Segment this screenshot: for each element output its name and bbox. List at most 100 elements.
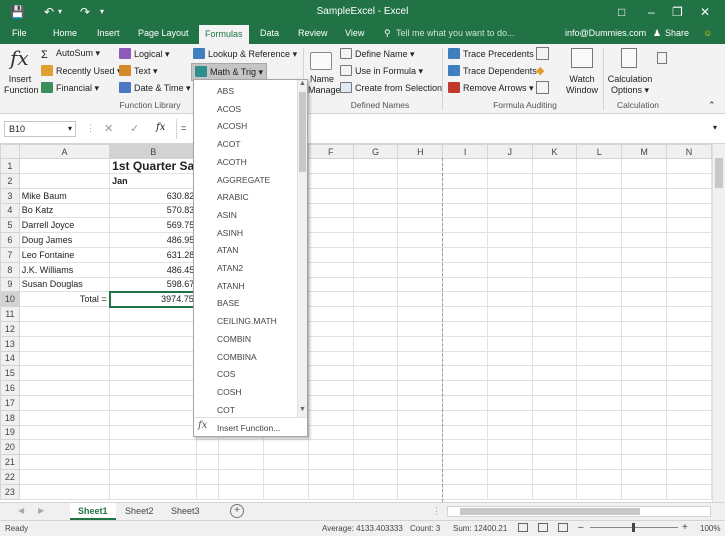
cancel-icon[interactable]: ✕ bbox=[104, 122, 113, 135]
cell[interactable] bbox=[531, 439, 578, 456]
cell[interactable] bbox=[486, 276, 533, 293]
cell[interactable] bbox=[666, 246, 712, 263]
cell[interactable] bbox=[621, 246, 668, 263]
cell[interactable] bbox=[666, 335, 712, 352]
text-button[interactable]: Text ▾ bbox=[119, 65, 158, 77]
cell[interactable] bbox=[442, 468, 488, 485]
row-header[interactable]: 11 bbox=[0, 306, 20, 322]
table-row[interactable]: 21 bbox=[0, 454, 712, 470]
use-in-formula-button[interactable]: Use in Formula ▾ bbox=[340, 65, 423, 77]
calculation-options-button[interactable]: Calculation Options ▾ bbox=[607, 74, 653, 96]
cell[interactable]: Total = bbox=[18, 291, 111, 308]
cell[interactable] bbox=[352, 261, 399, 278]
cell[interactable] bbox=[196, 439, 220, 456]
cell[interactable] bbox=[621, 202, 668, 219]
page-layout-view-icon[interactable] bbox=[538, 523, 548, 532]
row-header[interactable]: 17 bbox=[0, 394, 20, 411]
cell[interactable] bbox=[621, 424, 668, 441]
cell[interactable] bbox=[666, 320, 712, 337]
cell[interactable] bbox=[576, 202, 623, 219]
fx-icon[interactable]: fx bbox=[156, 122, 165, 133]
cell[interactable] bbox=[666, 217, 712, 234]
scroll-left-icon[interactable]: ◀ bbox=[18, 506, 24, 515]
account-button[interactable]: info@Dummies.com bbox=[565, 28, 646, 38]
cell[interactable] bbox=[621, 232, 668, 248]
cell[interactable] bbox=[621, 217, 668, 234]
cell[interactable] bbox=[397, 335, 444, 352]
ribbon-options-icon[interactable]: □ bbox=[618, 4, 625, 20]
table-row[interactable]: 16 bbox=[0, 380, 712, 396]
table-row[interactable]: 15 bbox=[0, 365, 712, 382]
cell[interactable] bbox=[109, 335, 198, 352]
cell[interactable] bbox=[486, 217, 533, 234]
cell[interactable] bbox=[18, 424, 111, 441]
function-list-item[interactable]: ARABIC bbox=[217, 192, 249, 202]
function-list-item[interactable]: ACOTH bbox=[217, 157, 247, 167]
cell[interactable] bbox=[666, 306, 712, 322]
cell[interactable] bbox=[576, 468, 623, 485]
scroll-thumb[interactable] bbox=[715, 158, 723, 188]
cell[interactable] bbox=[352, 306, 399, 322]
cell[interactable] bbox=[352, 424, 399, 441]
cell[interactable] bbox=[263, 468, 309, 485]
cell[interactable] bbox=[576, 232, 623, 248]
cell[interactable] bbox=[263, 483, 309, 500]
cell[interactable] bbox=[307, 350, 354, 367]
insert-function-icon[interactable]: fx bbox=[10, 46, 29, 70]
cell[interactable] bbox=[109, 409, 198, 426]
cell[interactable]: Jan bbox=[109, 173, 198, 189]
cell[interactable] bbox=[666, 380, 712, 396]
cell[interactable] bbox=[397, 291, 444, 308]
cell[interactable] bbox=[307, 291, 354, 308]
table-row[interactable]: 20 bbox=[0, 439, 712, 456]
cell[interactable] bbox=[576, 454, 623, 470]
cell[interactable] bbox=[576, 291, 623, 308]
row-header[interactable]: 15 bbox=[0, 365, 20, 382]
smiley-icon[interactable]: ☺ bbox=[703, 28, 712, 38]
cell[interactable] bbox=[576, 246, 623, 263]
evaluate-formula-icon[interactable] bbox=[536, 81, 549, 94]
cell[interactable] bbox=[218, 468, 264, 485]
cell[interactable] bbox=[442, 187, 488, 204]
tab-formulas[interactable]: Formulas bbox=[199, 25, 249, 44]
financial-button[interactable]: Financial ▾ bbox=[41, 82, 99, 94]
cell[interactable] bbox=[352, 320, 399, 337]
trace-dependents-button[interactable]: Trace Dependents bbox=[448, 65, 537, 76]
row-header[interactable]: 7 bbox=[0, 246, 20, 263]
cell[interactable] bbox=[397, 365, 444, 382]
create-from-selection-button[interactable]: Create from Selection bbox=[340, 82, 442, 93]
zoom-in-icon[interactable]: + bbox=[682, 522, 688, 533]
watch-window-icon[interactable] bbox=[571, 48, 593, 68]
zoom-slider-thumb[interactable] bbox=[632, 523, 635, 532]
cell[interactable] bbox=[531, 424, 578, 441]
cell[interactable]: Leo Fontaine bbox=[18, 246, 111, 263]
cell[interactable] bbox=[621, 320, 668, 337]
cell[interactable] bbox=[576, 306, 623, 322]
table-row[interactable]: 1 1st Quarter Sa bbox=[0, 158, 712, 174]
cell[interactable] bbox=[486, 335, 533, 352]
cell[interactable] bbox=[397, 380, 444, 396]
cell[interactable] bbox=[486, 291, 533, 308]
cell[interactable] bbox=[576, 483, 623, 500]
cell[interactable] bbox=[18, 454, 111, 470]
cell[interactable] bbox=[352, 468, 399, 485]
cell[interactable] bbox=[531, 320, 578, 337]
show-formulas-icon[interactable] bbox=[536, 47, 549, 60]
cell[interactable] bbox=[218, 483, 264, 500]
sheet-tab-sheet1[interactable]: Sheet1 bbox=[70, 503, 116, 520]
cell[interactable] bbox=[109, 320, 198, 337]
cell[interactable] bbox=[218, 454, 264, 470]
cell[interactable] bbox=[576, 187, 623, 204]
cell[interactable] bbox=[352, 365, 399, 382]
cell[interactable] bbox=[18, 335, 111, 352]
cell[interactable] bbox=[442, 217, 488, 234]
table-row[interactable]: 23 bbox=[0, 483, 712, 500]
cell[interactable] bbox=[18, 173, 111, 189]
insert-function-menu-item[interactable]: Insert Function... bbox=[217, 423, 280, 433]
cell[interactable] bbox=[531, 350, 578, 367]
scroll-up-icon[interactable]: ▲ bbox=[299, 80, 306, 87]
function-list-item[interactable]: COT bbox=[217, 405, 235, 415]
cell[interactable] bbox=[621, 380, 668, 396]
cell[interactable] bbox=[621, 439, 668, 456]
cell[interactable] bbox=[18, 409, 111, 426]
